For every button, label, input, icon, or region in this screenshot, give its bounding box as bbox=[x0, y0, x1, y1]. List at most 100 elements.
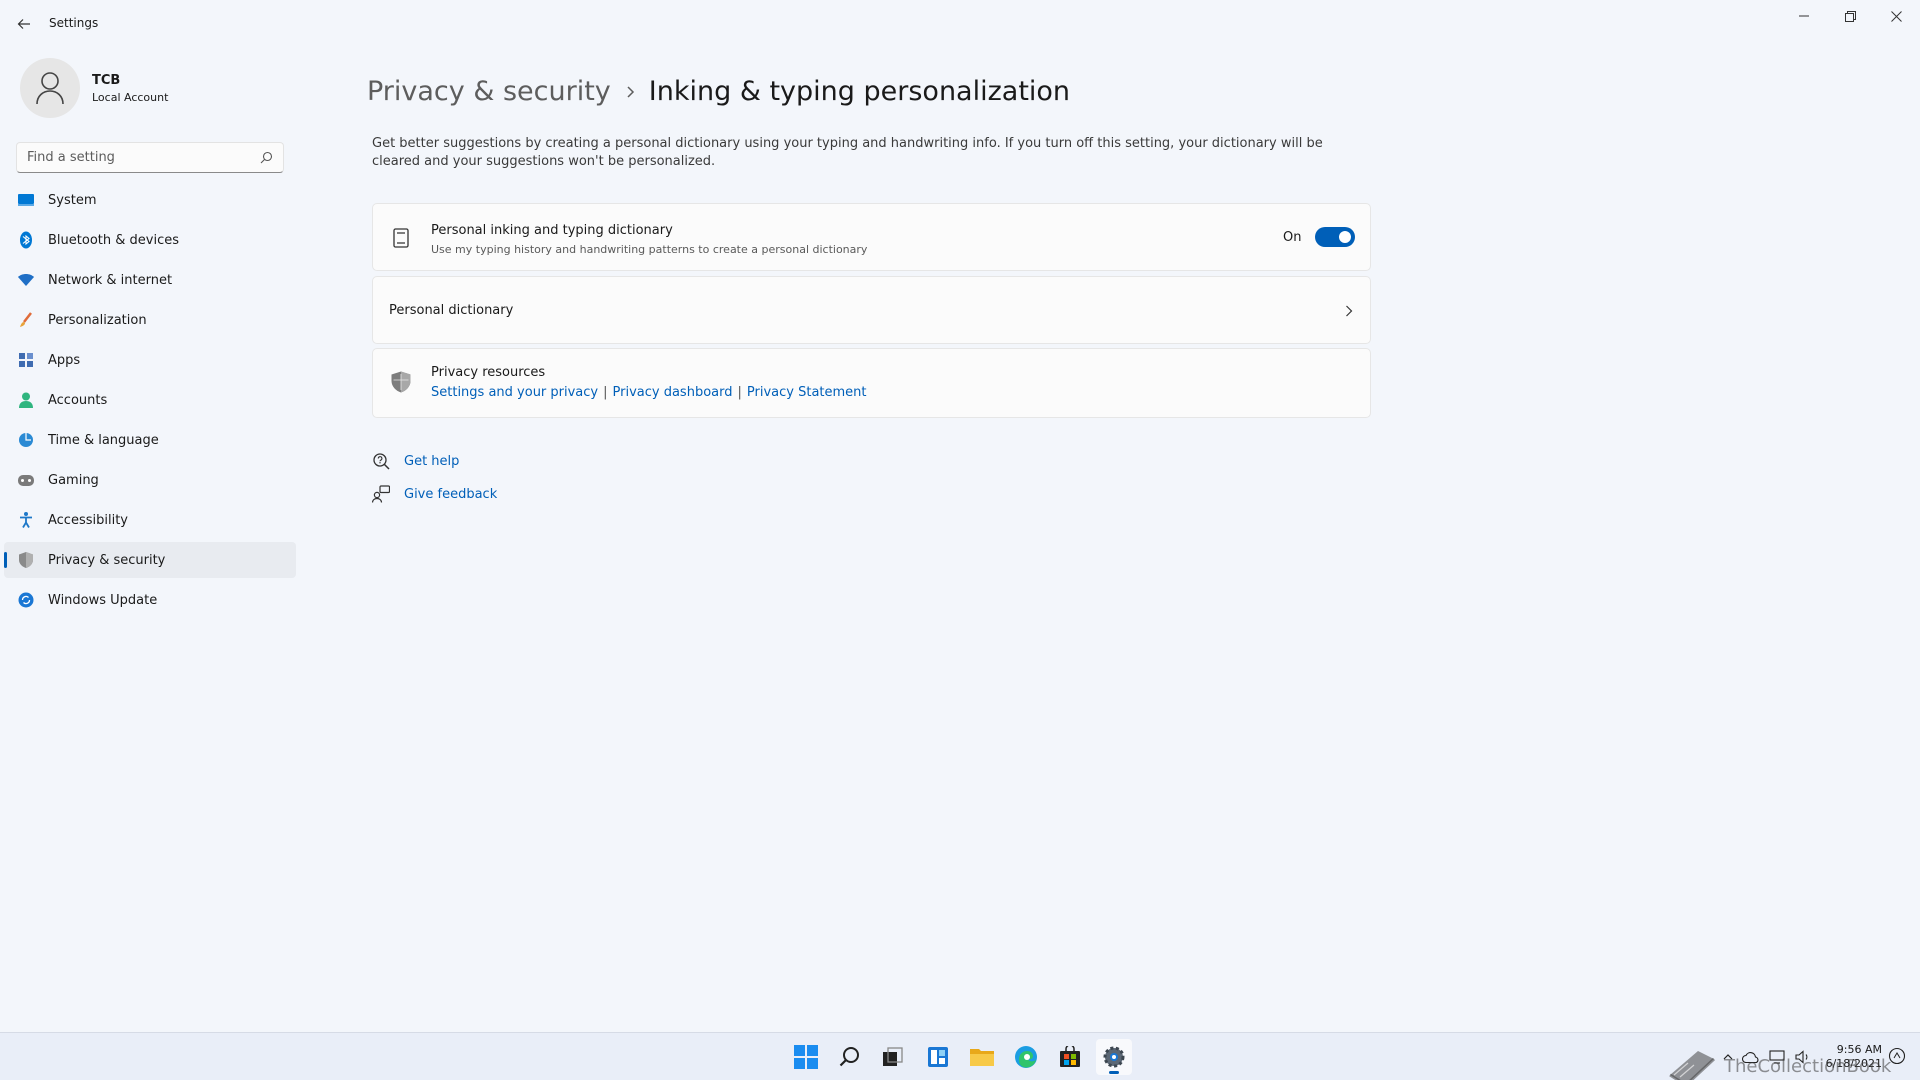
profile-name: TCB bbox=[92, 72, 121, 88]
privacy-resources-card: Privacy resources Settings and your priv… bbox=[372, 348, 1371, 418]
sidebar-item-label: Apps bbox=[48, 352, 81, 368]
sidebar-item-label: Accessibility bbox=[48, 512, 128, 528]
sidebar-item-gaming[interactable]: Gaming bbox=[4, 462, 296, 498]
task-view-button[interactable] bbox=[875, 1039, 911, 1075]
dictionary-setting-subtitle: Use my typing history and handwriting pa… bbox=[431, 243, 868, 256]
sidebar-item-personalization[interactable]: Personalization bbox=[4, 302, 296, 338]
shield-icon bbox=[16, 550, 36, 570]
sidebar-item-label: System bbox=[48, 192, 97, 208]
sidebar-item-label: Gaming bbox=[48, 472, 99, 488]
gamepad-icon bbox=[16, 470, 36, 490]
sidebar-item-accounts[interactable]: Accounts bbox=[4, 382, 296, 418]
settings-window: Settings TCB Local Account System bbox=[0, 0, 1920, 1032]
sidebar-item-label: Network & internet bbox=[48, 272, 173, 288]
sidebar-item-label: Windows Update bbox=[48, 592, 158, 608]
personal-dictionary-title: Personal dictionary bbox=[389, 303, 514, 318]
sidebar-item-accessibility[interactable]: Accessibility bbox=[4, 502, 296, 538]
widgets-icon bbox=[928, 1047, 948, 1067]
user-profile[interactable]: TCB Local Account bbox=[20, 56, 168, 120]
page-description: Get better suggestions by creating a per… bbox=[372, 136, 1323, 169]
sidebar-item-label: Accounts bbox=[48, 392, 108, 408]
privacy-statement-link[interactable]: Privacy Statement bbox=[747, 385, 867, 400]
app-title: Settings bbox=[49, 16, 99, 30]
widgets-button[interactable] bbox=[920, 1039, 956, 1075]
update-icon bbox=[16, 590, 36, 610]
sidebar-nav: System Bluetooth & devices Network & int… bbox=[4, 182, 296, 622]
toggle-knob bbox=[1339, 231, 1351, 243]
person-icon bbox=[16, 390, 36, 410]
settings-privacy-link[interactable]: Settings and your privacy bbox=[431, 385, 598, 400]
privacy-dashboard-link[interactable]: Privacy dashboard bbox=[613, 385, 733, 400]
person-outline-icon bbox=[36, 72, 64, 105]
dictionary-setting-title: Personal inking and typing dictionary bbox=[431, 223, 673, 238]
globe-icon bbox=[16, 430, 36, 450]
store-icon bbox=[1060, 1046, 1080, 1067]
privacy-resources-title: Privacy resources bbox=[431, 365, 546, 380]
monitor-icon bbox=[16, 190, 36, 210]
sidebar-item-label: Bluetooth & devices bbox=[48, 232, 179, 248]
get-help-icon bbox=[372, 452, 390, 470]
search-icon bbox=[839, 1047, 859, 1067]
sidebar-item-label: Time & language bbox=[48, 432, 159, 448]
task-view-icon bbox=[883, 1047, 903, 1066]
get-help-link[interactable]: Get help bbox=[404, 454, 459, 469]
sidebar-item-label: Personalization bbox=[48, 312, 147, 328]
get-help-row[interactable]: Get help bbox=[372, 452, 459, 470]
brush-icon bbox=[16, 310, 36, 330]
sidebar-item-time-language[interactable]: Time & language bbox=[4, 422, 296, 458]
page-title: Inking & typing personalization bbox=[648, 76, 1071, 107]
folder-icon bbox=[970, 1049, 994, 1066]
profile-account-type: Local Account bbox=[92, 90, 169, 104]
apps-icon bbox=[16, 350, 36, 370]
dictionary-icon bbox=[390, 227, 412, 249]
link-separator: | bbox=[603, 385, 608, 400]
sidebar-item-system[interactable]: System bbox=[4, 182, 296, 218]
search-box[interactable] bbox=[16, 142, 284, 173]
book-logo-icon bbox=[1669, 1051, 1716, 1080]
back-arrow-icon bbox=[17, 19, 30, 29]
watermark-text: TheCollectionBook bbox=[1724, 1055, 1892, 1077]
give-feedback-row[interactable]: Give feedback bbox=[372, 485, 497, 503]
start-button[interactable] bbox=[788, 1039, 824, 1075]
watermark: TheCollectionBook bbox=[1664, 1045, 1891, 1080]
restore-icon bbox=[1844, 10, 1856, 22]
chevron-right-icon bbox=[1339, 301, 1359, 321]
close-icon bbox=[1890, 10, 1902, 22]
title-bar: Settings bbox=[0, 0, 1920, 48]
edge-button[interactable] bbox=[1008, 1039, 1044, 1075]
edge-icon bbox=[1015, 1046, 1037, 1068]
shield-icon bbox=[390, 371, 412, 393]
personal-dictionary-card[interactable]: Personal dictionary bbox=[372, 276, 1371, 344]
link-separator: | bbox=[737, 385, 742, 400]
active-app-indicator bbox=[1109, 1071, 1119, 1074]
gear-icon bbox=[1103, 1046, 1125, 1068]
back-button[interactable] bbox=[12, 12, 36, 36]
taskbar: 9:56 AM 6/18/2021 bbox=[0, 1032, 1920, 1080]
sidebar-item-network[interactable]: Network & internet bbox=[4, 262, 296, 298]
sidebar-item-bluetooth[interactable]: Bluetooth & devices bbox=[4, 222, 296, 258]
privacy-links: Settings and your privacy | Privacy dash… bbox=[431, 385, 867, 400]
breadcrumb-parent[interactable]: Privacy & security bbox=[367, 76, 611, 107]
minimize-icon bbox=[1799, 15, 1809, 17]
search-input[interactable] bbox=[27, 150, 260, 165]
sidebar-item-apps[interactable]: Apps bbox=[4, 342, 296, 378]
avatar bbox=[20, 58, 80, 118]
give-feedback-link[interactable]: Give feedback bbox=[404, 487, 497, 502]
dictionary-toggle[interactable] bbox=[1315, 227, 1355, 247]
sidebar-item-label: Privacy & security bbox=[48, 552, 166, 568]
minimize-button[interactable] bbox=[1781, 0, 1827, 32]
feedback-icon bbox=[372, 485, 390, 503]
bluetooth-icon bbox=[16, 230, 36, 250]
accessibility-icon bbox=[16, 510, 36, 530]
sidebar-item-privacy-security[interactable]: Privacy & security bbox=[4, 542, 296, 578]
toggle-state-label: On bbox=[1283, 230, 1302, 245]
settings-taskbar-button[interactable] bbox=[1096, 1039, 1132, 1075]
store-button[interactable] bbox=[1052, 1039, 1088, 1075]
file-explorer-button[interactable] bbox=[964, 1039, 1000, 1075]
close-button[interactable] bbox=[1873, 0, 1919, 32]
sidebar-item-windows-update[interactable]: Windows Update bbox=[4, 582, 296, 618]
breadcrumb: Privacy & security Inking & typing perso… bbox=[367, 76, 1070, 107]
taskbar-search-button[interactable] bbox=[832, 1039, 868, 1075]
restore-button[interactable] bbox=[1827, 0, 1873, 32]
search-icon bbox=[260, 151, 273, 164]
